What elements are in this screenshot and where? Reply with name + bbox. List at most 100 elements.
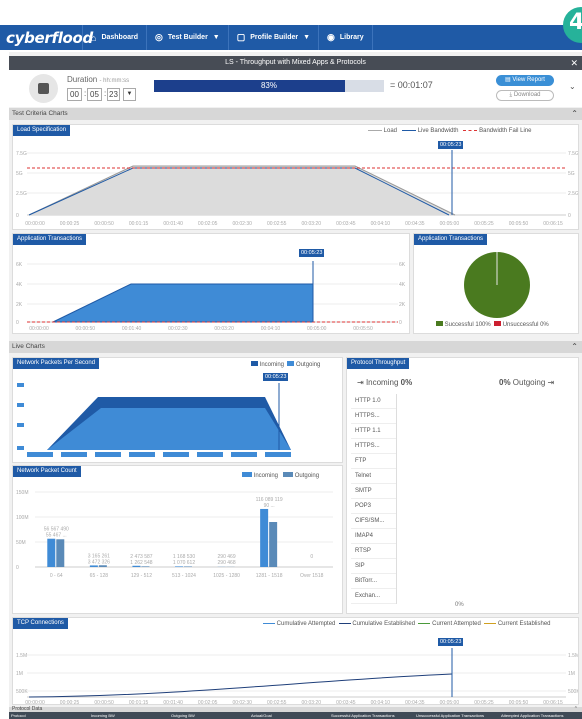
data-label: 1 262 548 (130, 560, 152, 566)
duration-separator: : (84, 89, 87, 98)
section-live-charts[interactable]: Live Charts ⌃ (9, 341, 582, 353)
network-packet-count-chart: 150M 100M 50M 0 0 - 6456 567 49055 467 .… (16, 490, 333, 579)
outgoing-label: Outgoing (512, 378, 546, 387)
x-tick: 00:02:05 (198, 221, 218, 227)
app-transactions-chart: 6K 4K 2K 0 6K 4K 2K 0 00:00:00 00:00:50 00… (16, 261, 406, 332)
x-tick: 00:04:35 (405, 221, 425, 227)
column-header[interactable]: Successful Application Transactions (329, 712, 414, 719)
x-tick: 00:02:30 (168, 326, 188, 332)
x-tick: 00:00:00 (29, 326, 49, 332)
nav-test-builder[interactable]: ◎ Test Builder ▼ (146, 25, 228, 50)
test-title-bar: LS - Throughput with Mixed Apps & Protoc… (9, 56, 582, 70)
app-transactions-pie-panel: Application Transactions Successful 100%… (413, 233, 579, 334)
panel-title: Protocol Throughput (347, 358, 410, 369)
duration-separator: : (104, 89, 107, 98)
close-icon[interactable]: ✕ (570, 56, 578, 70)
x-tick: 00:02:55 (267, 221, 287, 227)
legend-item: Unsuccessful 0% (502, 322, 549, 328)
load-spec-chart: 7.5G 5G 2.5G 0 7.5G 5G 2.5G 0 00:00:00 00… (16, 150, 578, 227)
x-tick: 00:02:55 (267, 700, 287, 705)
column-header[interactable]: Protocol (9, 712, 89, 719)
x-tick: 00:01:15 (129, 221, 149, 227)
legend-swatch (436, 321, 443, 326)
column-header[interactable]: Outgoing BW (169, 712, 249, 719)
bar-outgoing[interactable] (98, 565, 107, 567)
protocol-throughput-panel: Protocol Throughput ⇥ Incoming 0% 0% Out… (346, 357, 579, 614)
y-tick: 500K (16, 689, 28, 695)
y-tick: 0 (399, 320, 402, 326)
x-tick: 00:04:35 (405, 700, 425, 705)
y-tick: 0 (16, 320, 19, 326)
protocol-row: HTTPS... (351, 439, 396, 454)
y-tick: 5G (16, 171, 23, 177)
column-header[interactable]: Incoming BW (89, 712, 169, 719)
bar-incoming[interactable] (260, 508, 269, 567)
time-marker: 00:05:23 (438, 638, 464, 646)
chevron-down-icon[interactable]: ⌄ (569, 82, 576, 91)
incoming-label: Incoming (365, 378, 399, 387)
time-marker: 00:05:23 (263, 373, 289, 381)
y-tick: 1.5M (16, 653, 27, 659)
column-header[interactable]: Unsuccessful Application Transactions (414, 712, 499, 719)
nav-library[interactable]: ◉ Library (318, 25, 373, 50)
bar-outgoing[interactable] (184, 566, 192, 567)
bar-incoming[interactable] (89, 565, 98, 567)
x-tick: 00:00:25 (60, 700, 80, 705)
y-tick: 50M (16, 540, 26, 546)
chevron-up-icon[interactable]: ⌃ (571, 108, 578, 120)
data-label: 290 468 (218, 560, 236, 566)
duration-seconds[interactable]: 23 (107, 88, 120, 101)
profile-icon: ▢ (236, 32, 246, 42)
x-axis: 00:00:00 00:00:25 00:00:50 00:01:15 00:01:40… (25, 700, 563, 705)
x-tick: 0 - 64 (50, 573, 63, 579)
legend-swatch (494, 321, 502, 326)
x-tick: 00:05:00 (440, 221, 460, 227)
x-tick: 00:05:50 (509, 221, 529, 227)
stop-button[interactable] (29, 74, 58, 103)
chevron-up-icon[interactable]: ⌃ (571, 341, 578, 353)
nav-dashboard[interactable]: ⌂ Dashboard (82, 25, 146, 50)
y-tick: 0 (16, 213, 19, 219)
y-tick: 5G (568, 171, 575, 177)
pie-legend: Successful 100% Unsuccessful 0% (436, 321, 549, 328)
incoming-throughput: ⇥ Incoming 0% (357, 378, 412, 387)
run-control-bar: Duration - hh:mm:ss 00 : 05 : 23 ▼ 83% =… (9, 70, 582, 107)
nav-test-builder-label: Test Builder (167, 34, 208, 41)
protocol-row: Telnet (351, 469, 396, 484)
x-tick: 00:05:00 (307, 326, 327, 332)
duration-hours[interactable]: 00 (67, 88, 82, 101)
y-tick: 0 (568, 213, 571, 219)
x-tick: 00:01:15 (129, 700, 149, 705)
view-report-button[interactable]: ▤ View Report (496, 75, 554, 86)
view-report-label: View Report (512, 77, 545, 83)
y-tick: 1M (568, 671, 575, 677)
bar-incoming[interactable] (47, 538, 56, 567)
duration-minutes[interactable]: 05 (87, 88, 102, 101)
duration-text: Duration (67, 75, 98, 84)
x-tick: 00:00:50 (94, 221, 114, 227)
column-header[interactable]: Attempted Application Transactions (499, 712, 582, 719)
bar-outgoing[interactable] (56, 539, 65, 567)
progress-bar: 83% (154, 80, 384, 92)
x-tick: 00:05:00 (440, 700, 460, 705)
protocol-table-header: Protocol Incoming BW Outgoing BW Actual/Goa… (9, 712, 582, 719)
y-tick: 150M (16, 490, 29, 496)
protocol-row: HTTP 1.0 (351, 394, 396, 409)
bar-outgoing[interactable] (141, 566, 150, 567)
x-tick: 00:06:15 (543, 700, 563, 705)
protocol-list: HTTP 1.0 HTTPS... HTTP 1.1 HTTPS... FTP Telne… (351, 394, 397, 604)
x-tick: 1281 - 1518 (256, 573, 283, 579)
bar-incoming[interactable] (132, 565, 141, 567)
bar-outgoing[interactable] (269, 522, 278, 567)
duration-dropdown[interactable]: ▼ (123, 88, 136, 101)
section-test-criteria[interactable]: Test Criteria Charts ⌃ (9, 108, 582, 120)
download-button[interactable]: ⤓ Download (496, 90, 554, 101)
x-tick: 65 - 128 (90, 573, 109, 579)
column-header[interactable]: Actual/Goal (249, 712, 329, 719)
x-tick: 00:06:15 (543, 221, 563, 227)
logo[interactable]: cyberflood (0, 29, 93, 47)
nav-profile-builder[interactable]: ▢ Profile Builder ▼ (227, 25, 318, 50)
bar-incoming[interactable] (175, 566, 183, 567)
throughput-bottom-value: 0% (455, 602, 464, 608)
chevron-down-icon: ▼ (212, 34, 220, 41)
